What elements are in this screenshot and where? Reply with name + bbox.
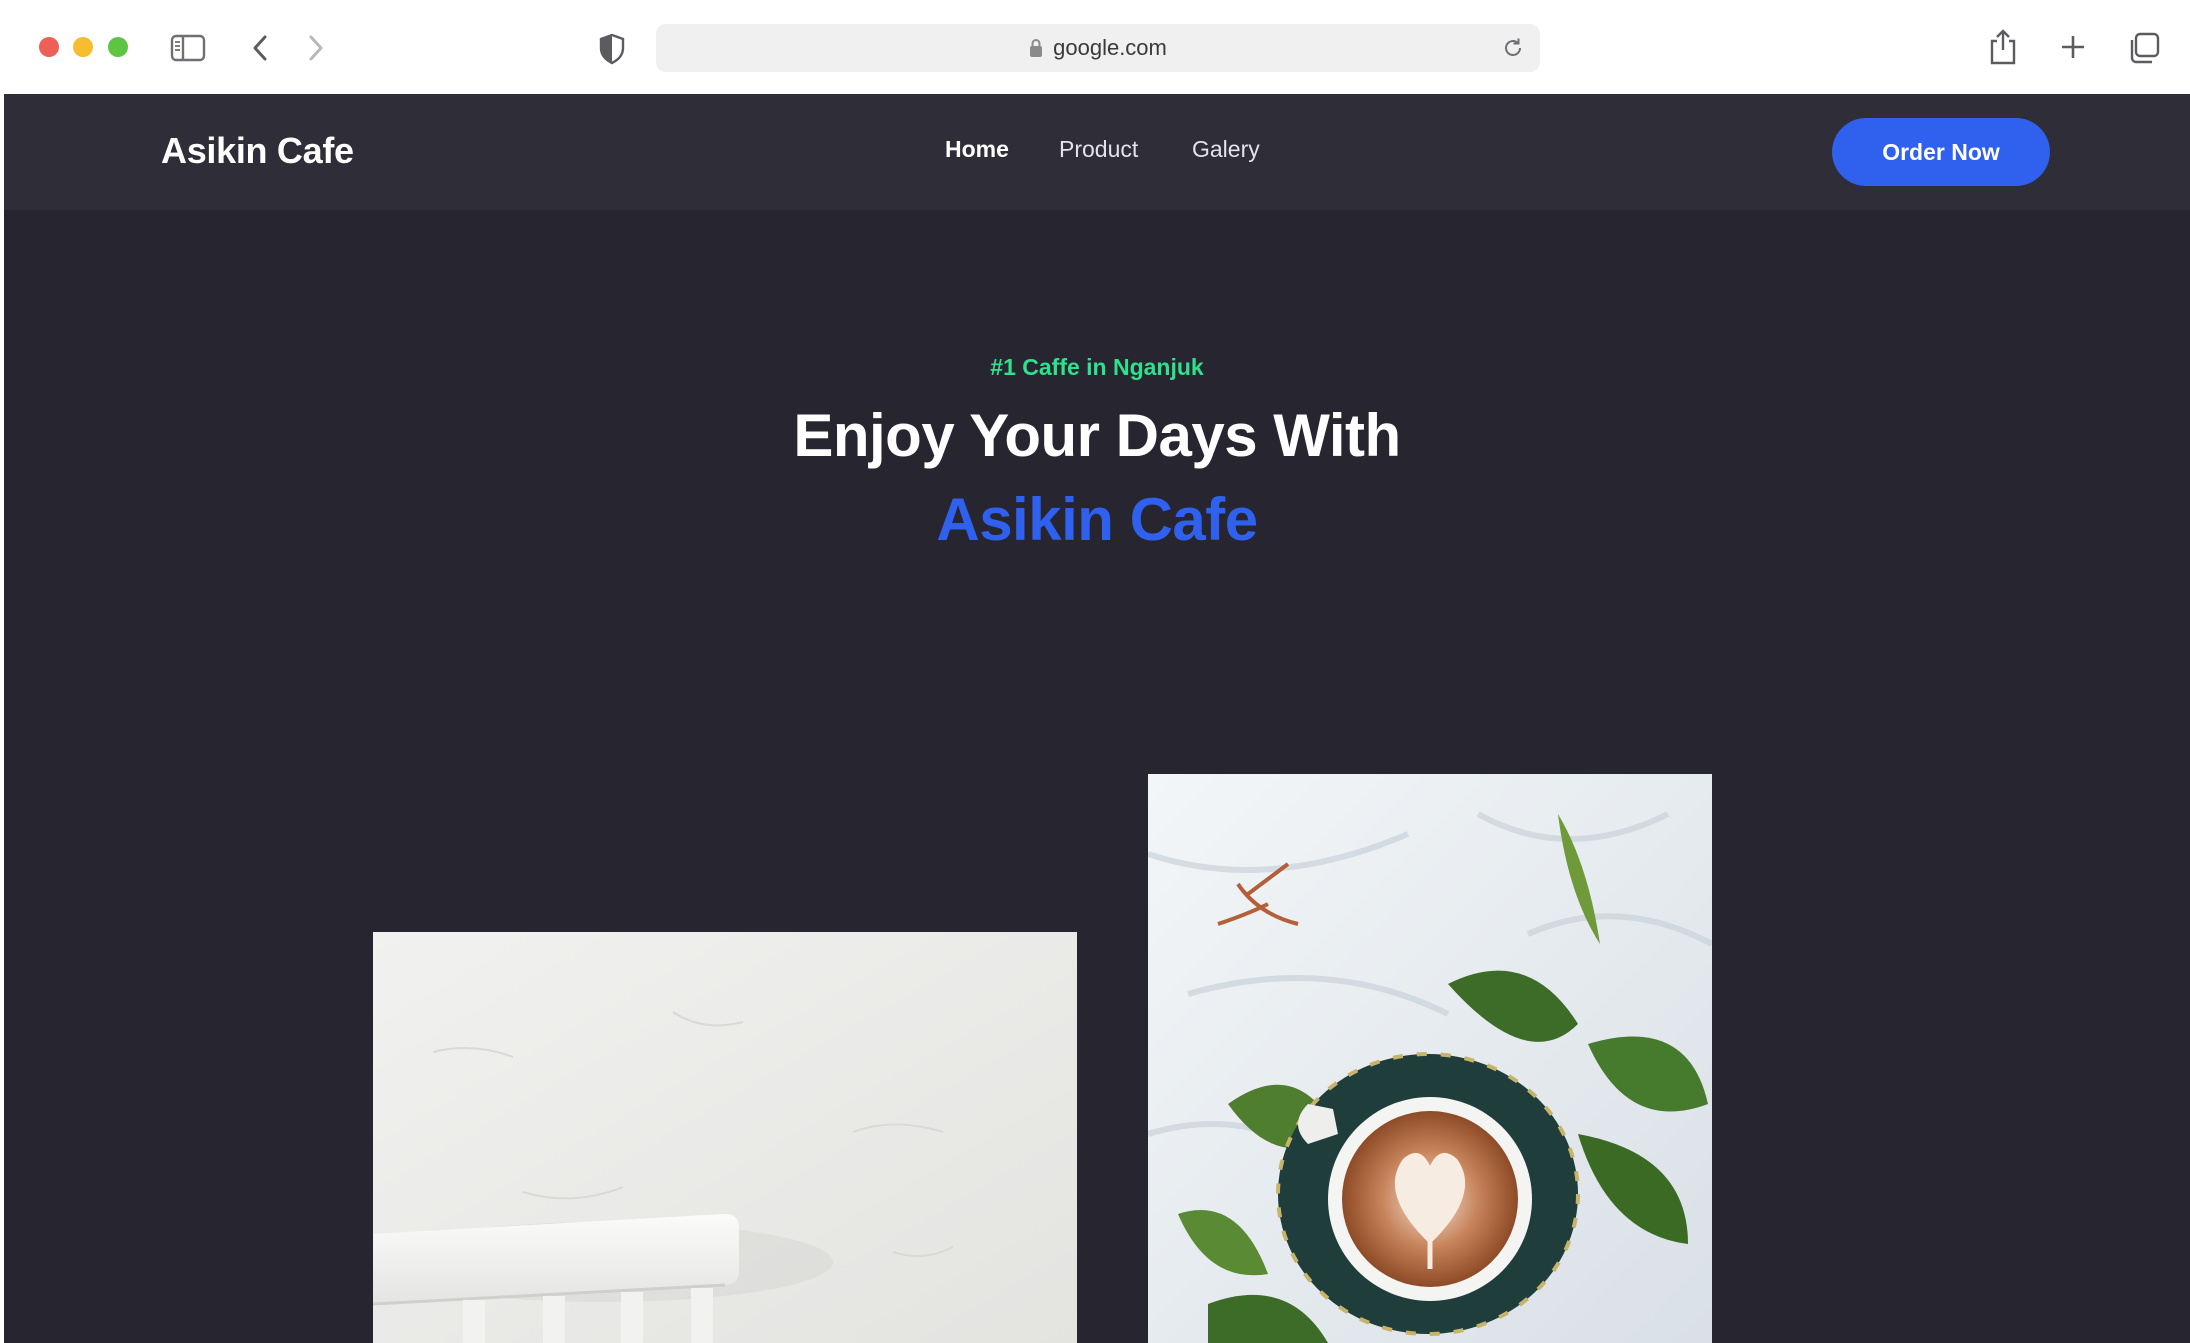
tabs-overview-icon[interactable] <box>2128 32 2160 64</box>
reload-icon[interactable] <box>1502 37 1524 65</box>
share-icon[interactable] <box>1988 28 2018 66</box>
hero-title: Enjoy Your Days With <box>793 402 1401 469</box>
back-icon[interactable] <box>250 33 270 63</box>
hero-title-accent: Asikin Cafe <box>936 486 1258 553</box>
minimize-window-button[interactable] <box>73 37 93 57</box>
hero-tagline: #1 Caffe in Nganjuk <box>990 354 1204 380</box>
address-bar[interactable]: google.com <box>656 24 1540 72</box>
zoom-window-button[interactable] <box>108 37 128 57</box>
forward-icon[interactable] <box>306 33 326 63</box>
browser-toolbar: google.com <box>0 0 2190 94</box>
shield-icon[interactable] <box>598 33 626 65</box>
new-tab-icon[interactable] <box>2060 34 2086 60</box>
web-page: Asikin Cafe Home Product Galery Order No… <box>4 94 2190 1343</box>
nav-item-product[interactable]: Product <box>1059 136 1138 163</box>
latte-art-coffee-photo <box>1148 774 1712 1343</box>
nav-item-galery[interactable]: Galery <box>1192 136 1260 163</box>
nav-item-home[interactable]: Home <box>945 136 1009 163</box>
url-text: google.com <box>1053 35 1167 60</box>
white-chair-photo <box>373 932 1077 1343</box>
order-now-button[interactable]: Order Now <box>1832 118 2050 186</box>
lock-icon <box>1029 38 1043 58</box>
close-window-button[interactable] <box>39 37 59 57</box>
site-navbar: Asikin Cafe Home Product Galery Order No… <box>4 94 2190 210</box>
sidebar-icon[interactable] <box>170 34 206 62</box>
